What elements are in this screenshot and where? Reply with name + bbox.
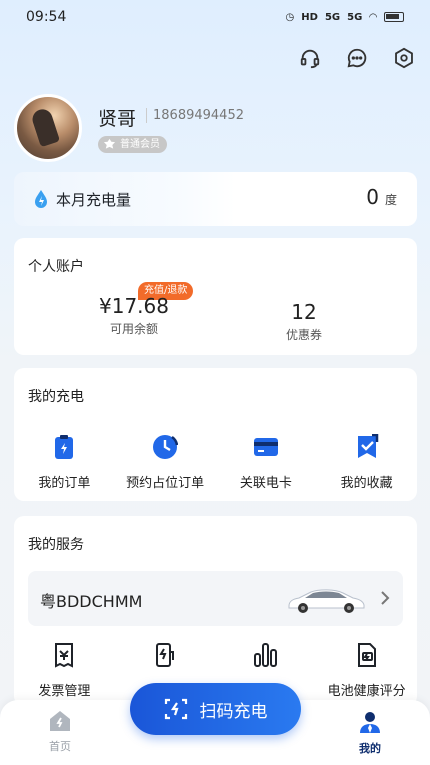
coupons-block[interactable]: 12 优惠券 — [254, 300, 354, 343]
scan-icon — [164, 698, 187, 720]
energy-unit: 度 — [384, 193, 397, 207]
chevron-right-icon — [381, 591, 390, 605]
energy-drop-icon — [35, 190, 47, 208]
balance-label: 可用余额 — [109, 322, 158, 336]
reservation-orders-item[interactable]: 预约占位订单 — [115, 434, 216, 491]
car-icon — [288, 589, 365, 613]
monthly-charge-value: 0度 — [366, 185, 397, 209]
monthly-charge-label: 本月充电量 — [56, 191, 132, 209]
tab-mine-label: 我的 — [359, 742, 381, 755]
my-orders-label: 我的订单 — [38, 476, 91, 491]
user-icon — [360, 712, 380, 733]
battery-health-icon — [354, 642, 380, 668]
settings-icon[interactable] — [392, 46, 416, 70]
charging-grid: 我的订单 预约占位订单 关联电卡 我的收藏 — [14, 434, 417, 491]
battery-health-item[interactable]: 电池健康评分 — [316, 642, 417, 699]
tab-mine[interactable]: 我的 — [340, 710, 400, 756]
linked-card-label: 关联电卡 — [239, 476, 292, 491]
license-plate: 粤BDDCHMM — [40, 592, 143, 611]
tab-home[interactable]: 首页 — [30, 710, 90, 754]
stats-icon — [253, 642, 279, 668]
avatar[interactable] — [14, 94, 82, 162]
my-charging-card: 我的充电 我的订单 预约占位订单 关联电卡 我的收藏 — [14, 368, 417, 501]
status-icons: ◷ HD 5G 5G ◠ — [286, 12, 404, 23]
balance-value: ¥17.68 — [99, 294, 169, 318]
wifi-icon: ◠ — [369, 11, 377, 23]
bookmark-icon — [354, 434, 380, 460]
network-5g-2: 5G — [347, 11, 363, 23]
network-5g-1: 5G — [324, 11, 341, 23]
scan-charge-button[interactable]: 扫码充电 — [130, 683, 301, 735]
my-favorites-label: 我的收藏 — [340, 476, 393, 491]
services-title: 我的服务 — [28, 537, 84, 553]
phone-number: 18689494452 — [146, 108, 244, 123]
member-icon — [103, 138, 116, 149]
battery-icon — [384, 12, 404, 22]
status-bar: 09:54 ◷ HD 5G 5G ◠ — [0, 0, 430, 34]
reservation-orders-label: 预约占位订单 — [126, 476, 205, 491]
tab-home-label: 首页 — [49, 740, 71, 753]
member-level-label: 普通会员 — [120, 139, 160, 150]
vehicle-row[interactable]: 粤BDDCHMM — [28, 571, 403, 626]
my-services-card: 我的服务 粤BDDCHMM 发票管理 电池健康评分 — [14, 516, 417, 706]
monthly-charge-card[interactable]: 本月充电量 0度 — [14, 172, 417, 226]
profile-section: 贤哥 18689494452 普通会员 — [14, 94, 414, 164]
alarm-icon: ◷ — [285, 11, 295, 23]
coupons-label: 优惠券 — [285, 328, 322, 342]
linked-card-item[interactable]: 关联电卡 — [216, 434, 317, 491]
scan-charge-label: 扫码充电 — [199, 701, 268, 722]
energy-number: 0 — [366, 185, 379, 209]
hd-indicator: HD — [301, 11, 318, 23]
header-actions — [298, 46, 416, 70]
battery-health-label: 电池健康评分 — [327, 684, 406, 699]
card-icon — [253, 434, 279, 460]
clipboard-icon — [51, 434, 77, 460]
status-time: 09:54 — [26, 9, 67, 25]
balance-block[interactable]: ¥17.68 可用余额 — [84, 294, 184, 337]
member-level-badge: 普通会员 — [98, 136, 167, 153]
personal-account-card: 个人账户 充值/退款 ¥17.68 可用余额 12 优惠券 — [14, 238, 417, 355]
my-orders-item[interactable]: 我的订单 — [14, 434, 115, 491]
charging-title: 我的充电 — [28, 389, 84, 405]
invoice-item[interactable]: 发票管理 — [14, 642, 115, 699]
account-title: 个人账户 — [28, 259, 84, 275]
home-icon — [50, 711, 70, 731]
invoice-icon — [51, 642, 77, 668]
charger-icon — [152, 642, 178, 668]
my-favorites-item[interactable]: 我的收藏 — [316, 434, 417, 491]
username: 贤哥 — [98, 108, 137, 130]
coupons-count: 12 — [291, 300, 317, 324]
message-icon[interactable] — [345, 46, 369, 70]
clock-icon — [152, 434, 179, 460]
customer-service-icon[interactable] — [298, 46, 322, 70]
invoice-label: 发票管理 — [38, 684, 91, 699]
